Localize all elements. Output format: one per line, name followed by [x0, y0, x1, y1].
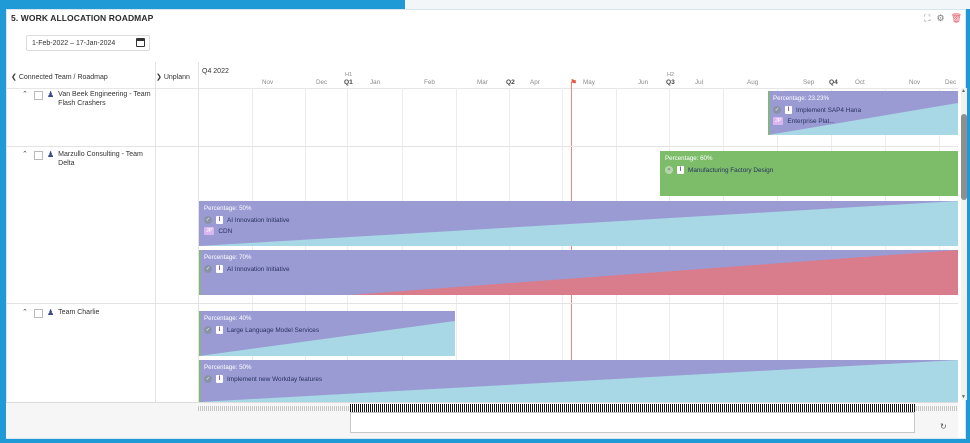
- team-name: Van Beek Engineering - Team Flash Crashe…: [58, 91, 151, 107]
- panel-toolbar: ⛶ ⚙ 🗑: [924, 13, 962, 24]
- half-label: H1: [345, 72, 353, 78]
- owner-badge: JP: [773, 117, 784, 125]
- check-icon: ✓: [204, 326, 212, 334]
- initiative-icon: I: [785, 106, 792, 114]
- check-icon: ✓: [204, 375, 212, 383]
- month-label: Feb: [424, 79, 435, 86]
- bar-percentage: Percentage: 70%: [204, 254, 252, 261]
- date-range-value: 1-Feb-2022 – 17-Jan-2024: [32, 40, 116, 47]
- month-label: Jul: [695, 79, 704, 86]
- team-checkbox[interactable]: [34, 91, 43, 100]
- x-circle-icon: ✕: [665, 166, 673, 174]
- navigator-panel[interactable]: [350, 412, 915, 433]
- owner-badge: JP: [204, 227, 215, 235]
- month-label: Nov: [262, 79, 274, 86]
- bar-item-label: AI Innovation Initiative: [227, 265, 290, 273]
- bar-percentage: Percentage: 50%: [204, 205, 252, 212]
- bar-sub-label: Enterprise Plat...: [787, 117, 835, 125]
- bar-fill: [199, 201, 958, 246]
- half-label: H2: [667, 72, 675, 78]
- team-checkbox[interactable]: [34, 309, 43, 318]
- month-label: Apr: [530, 79, 540, 86]
- bar-item-label: AI Innovation Initiative: [227, 216, 290, 224]
- calendar-icon[interactable]: [136, 38, 145, 47]
- scrollbar-thumb[interactable]: [961, 114, 967, 200]
- team-row-header[interactable]: ⌃ ♟ Team Charlie: [22, 308, 158, 318]
- chevron-up-icon[interactable]: ⌃: [22, 308, 30, 316]
- roadmap-bar[interactable]: Percentage: 50% ✓ I AI Innovation Initiati…: [199, 201, 958, 246]
- team-column-header[interactable]: ❮ Connected Team / Roadmap: [11, 73, 108, 81]
- check-icon: ✓: [204, 216, 212, 224]
- reset-icon[interactable]: ↻: [940, 422, 947, 431]
- trash-icon[interactable]: 🗑: [951, 13, 962, 24]
- scroll-down-icon[interactable]: ▼: [961, 394, 966, 400]
- gear-icon[interactable]: ⚙: [936, 13, 944, 24]
- quarter-label: Q1: [344, 79, 353, 86]
- bar-percentage: Percentage: 40%: [204, 315, 252, 322]
- bar-percentage: Percentage: 60%: [665, 155, 713, 162]
- quarter-label: Q4: [829, 79, 838, 86]
- month-label: Sep: [803, 79, 815, 86]
- team-icon: ♟: [47, 150, 55, 159]
- initiative-icon: I: [216, 326, 223, 334]
- bar-percentage: Percentage: 23.23%: [773, 95, 830, 102]
- team-row-header[interactable]: ⌃ ♟ Van Beek Engineering - Team Flash Cr…: [22, 90, 158, 108]
- chevron-up-icon[interactable]: ⌃: [22, 90, 30, 98]
- team-icon: ♟: [47, 90, 55, 99]
- column-divider: [155, 62, 156, 402]
- bar-sub-label: CDN: [218, 227, 233, 235]
- team-checkbox[interactable]: [34, 151, 43, 160]
- initiative-icon: I: [677, 166, 684, 174]
- month-label: Mar: [477, 79, 488, 86]
- flag-icon[interactable]: ⚑: [570, 78, 577, 87]
- unplanned-column-header[interactable]: ❯ Unplann: [156, 73, 190, 81]
- initiative-icon: I: [216, 265, 223, 273]
- bar-item-label: Manufacturing Factory Design: [688, 166, 774, 174]
- bar-item-label: Implement new Workday features: [227, 375, 323, 383]
- panel-title: 5. WORK ALLOCATION ROADMAP: [11, 13, 154, 23]
- bar-percentage: Percentage: 50%: [204, 364, 252, 371]
- row-divider: [6, 303, 958, 304]
- vertical-scrollbar[interactable]: ▲ ▼: [961, 88, 967, 400]
- month-label: Nov: [909, 79, 921, 86]
- initiative-icon: I: [216, 375, 223, 383]
- month-label: Dec: [316, 79, 328, 86]
- bar-item-label: Large Language Model Services: [227, 326, 320, 334]
- team-name: Team Charlie: [58, 309, 100, 316]
- date-range-picker[interactable]: 1-Feb-2022 – 17-Jan-2024: [26, 35, 150, 51]
- month-label: Dec: [945, 79, 957, 86]
- roadmap-bar[interactable]: Percentage: 23.23% ✓ I Implement SAP4 Hana…: [768, 91, 958, 135]
- month-label: Jan: [370, 79, 381, 86]
- team-row-header[interactable]: ⌃ ♟ Marzullo Consulting - Team Delta: [22, 150, 158, 168]
- quarter-label: Q3: [666, 79, 675, 86]
- bar-fill: [199, 250, 958, 295]
- roadmap-bar[interactable]: Percentage: 40% ✓ I Large Language Model S…: [199, 311, 455, 356]
- roadmap-bar[interactable]: Percentage: 60% ✕ I Manufacturing Factory …: [660, 151, 958, 196]
- scroll-up-icon[interactable]: ▲: [961, 88, 966, 94]
- check-icon: ✓: [773, 106, 781, 114]
- roadmap-bar[interactable]: Percentage: 70% ✓ I AI Innovation Initiati…: [199, 250, 958, 295]
- month-label: May: [583, 79, 595, 86]
- month-label: Oct: [855, 79, 865, 86]
- expand-icon[interactable]: ⛶: [924, 13, 930, 24]
- quarter-year-label: Q4 2022: [202, 68, 229, 75]
- month-label: Jun: [638, 79, 649, 86]
- top-strip: [405, 0, 970, 9]
- bar-item-label: Implement SAP4 Hana: [796, 106, 862, 114]
- roadmap-bar[interactable]: Percentage: 50% ✓ I Implement new Workday …: [199, 360, 958, 402]
- check-icon: ✓: [204, 265, 212, 273]
- team-name: Marzullo Consulting - Team Delta: [58, 151, 143, 167]
- team-icon: ♟: [47, 308, 55, 317]
- initiative-icon: I: [216, 216, 223, 224]
- row-divider: [6, 146, 958, 147]
- month-label: Aug: [747, 79, 759, 86]
- quarter-label: Q2: [506, 79, 515, 86]
- chevron-up-icon[interactable]: ⌃: [22, 150, 30, 158]
